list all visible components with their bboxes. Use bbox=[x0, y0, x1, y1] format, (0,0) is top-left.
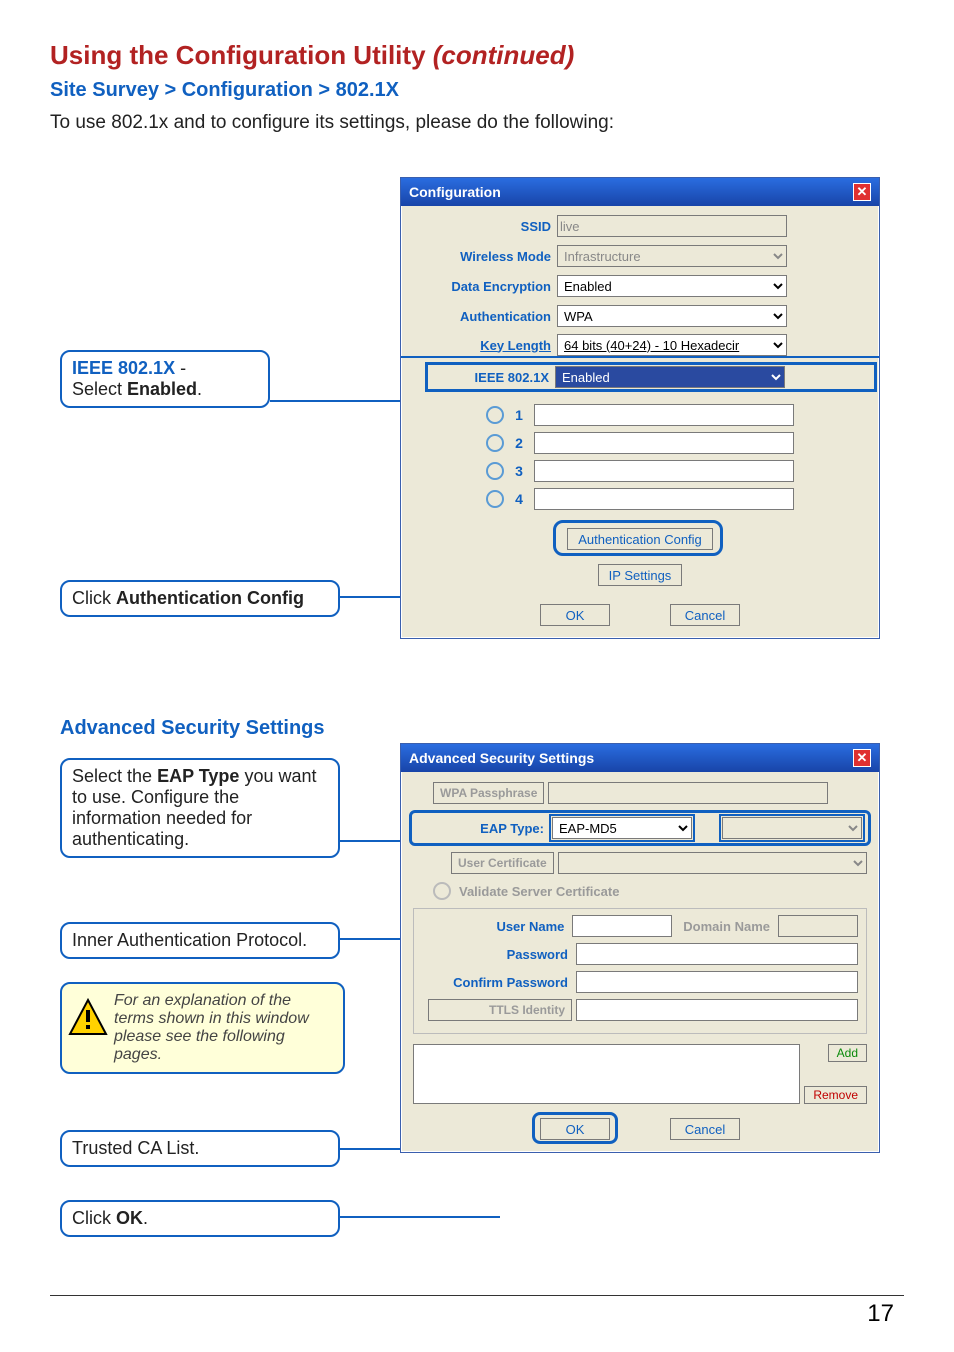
ip-settings-button[interactable]: IP Settings bbox=[598, 564, 683, 586]
page-rule bbox=[50, 1295, 904, 1296]
eap-type-select[interactable]: EAP-MD5 bbox=[552, 817, 692, 839]
validate-server-label: Validate Server Certificate bbox=[459, 884, 623, 899]
config-titlebar: Configuration ✕ bbox=[401, 178, 879, 206]
key-field-1[interactable] bbox=[534, 404, 794, 426]
adv-cancel-button[interactable]: Cancel bbox=[670, 1118, 740, 1140]
adv-title: Advanced Security Settings bbox=[409, 750, 594, 766]
callout-authconfig: Click Authentication Config bbox=[60, 580, 340, 617]
config-ok-button[interactable]: OK bbox=[540, 604, 610, 626]
user-name-field[interactable] bbox=[572, 915, 672, 937]
ssid-input[interactable] bbox=[557, 215, 787, 237]
ttls-identity-field[interactable] bbox=[576, 999, 858, 1021]
config-cancel-button[interactable]: Cancel bbox=[670, 604, 740, 626]
key-field-3[interactable] bbox=[534, 460, 794, 482]
remove-button[interactable]: Remove bbox=[804, 1086, 867, 1104]
authentication-select[interactable]: WPA bbox=[557, 305, 787, 327]
callout-inner-auth: Inner Authentication Protocol. bbox=[60, 922, 340, 959]
ssid-label: SSID bbox=[401, 219, 557, 234]
key-row-1: 1 bbox=[441, 404, 839, 426]
key-field-4[interactable] bbox=[534, 488, 794, 510]
callout-eap: Select the EAP Type you want to use. Con… bbox=[60, 758, 340, 858]
key-length-label: Key Length bbox=[401, 338, 557, 353]
domain-name-field[interactable] bbox=[778, 915, 858, 937]
ieee8021x-select[interactable]: Enabled bbox=[555, 366, 785, 388]
domain-name-label: Domain Name bbox=[676, 919, 774, 934]
callout-trusted-ca: Trusted CA List. bbox=[60, 1130, 340, 1167]
page-number: 17 bbox=[867, 1300, 894, 1328]
inner-auth-select[interactable] bbox=[722, 817, 862, 839]
page-title: Using the Configuration Utility (continu… bbox=[50, 40, 904, 71]
eap-type-label: EAP Type: bbox=[418, 821, 548, 836]
key-radio-4[interactable] bbox=[486, 490, 504, 508]
close-icon[interactable]: ✕ bbox=[853, 183, 871, 201]
wireless-mode-label: Wireless Mode bbox=[401, 249, 557, 264]
ttls-identity-button[interactable]: TTLS Identity bbox=[428, 999, 572, 1021]
callout-click-ok: Click OK. bbox=[60, 1200, 340, 1237]
user-name-label: User Name bbox=[422, 919, 568, 934]
ieee8021x-label: IEEE 802.1X bbox=[429, 370, 555, 385]
key-radio-1[interactable] bbox=[486, 406, 504, 424]
password-field[interactable] bbox=[576, 943, 858, 965]
title-continued: (continued) bbox=[433, 40, 575, 70]
wireless-mode-select[interactable]: Infrastructure bbox=[557, 245, 787, 267]
key-radio-3[interactable] bbox=[486, 462, 504, 480]
key-radio-2[interactable] bbox=[486, 434, 504, 452]
wpa-passphrase-button[interactable]: WPA Passphrase bbox=[433, 782, 544, 804]
advanced-section-title: Advanced Security Settings bbox=[60, 717, 325, 740]
title-main: Using the Configuration Utility bbox=[50, 40, 433, 70]
close-icon[interactable]: ✕ bbox=[853, 749, 871, 767]
intro-text: To use 802.1x and to configure its setti… bbox=[50, 112, 904, 134]
wpa-passphrase-field[interactable] bbox=[548, 782, 828, 804]
trusted-ca-list[interactable] bbox=[413, 1044, 800, 1104]
user-certificate-button[interactable]: User Certificate bbox=[451, 852, 554, 874]
data-encryption-label: Data Encryption bbox=[401, 279, 557, 294]
authentication-label: Authentication bbox=[401, 309, 557, 324]
callout-note: For an explanation of the terms shown in… bbox=[60, 982, 345, 1074]
add-button[interactable]: Add bbox=[828, 1044, 867, 1062]
key-row-3: 3 bbox=[441, 460, 839, 482]
warning-icon bbox=[68, 998, 108, 1038]
configuration-window: Configuration ✕ SSID Wireless Mode Infra… bbox=[400, 177, 880, 639]
validate-server-radio[interactable] bbox=[433, 882, 451, 900]
key-length-select[interactable]: 64 bits (40+24) - 10 Hexadecir bbox=[557, 334, 787, 356]
config-title: Configuration bbox=[409, 184, 501, 200]
confirm-password-label: Confirm Password bbox=[422, 975, 572, 990]
key-row-4: 4 bbox=[441, 488, 839, 510]
key-field-2[interactable] bbox=[534, 432, 794, 454]
data-encryption-select[interactable]: Enabled bbox=[557, 275, 787, 297]
user-certificate-select[interactable] bbox=[558, 852, 867, 874]
password-label: Password bbox=[422, 947, 572, 962]
key-row-2: 2 bbox=[441, 432, 839, 454]
callout-ieee: IEEE 802.1X - Select Enabled. bbox=[60, 350, 270, 408]
advanced-security-window: Advanced Security Settings ✕ WPA Passphr… bbox=[400, 743, 880, 1153]
adv-titlebar: Advanced Security Settings ✕ bbox=[401, 744, 879, 772]
breadcrumb: Site Survey > Configuration > 802.1X bbox=[50, 79, 904, 102]
confirm-password-field[interactable] bbox=[576, 971, 858, 993]
